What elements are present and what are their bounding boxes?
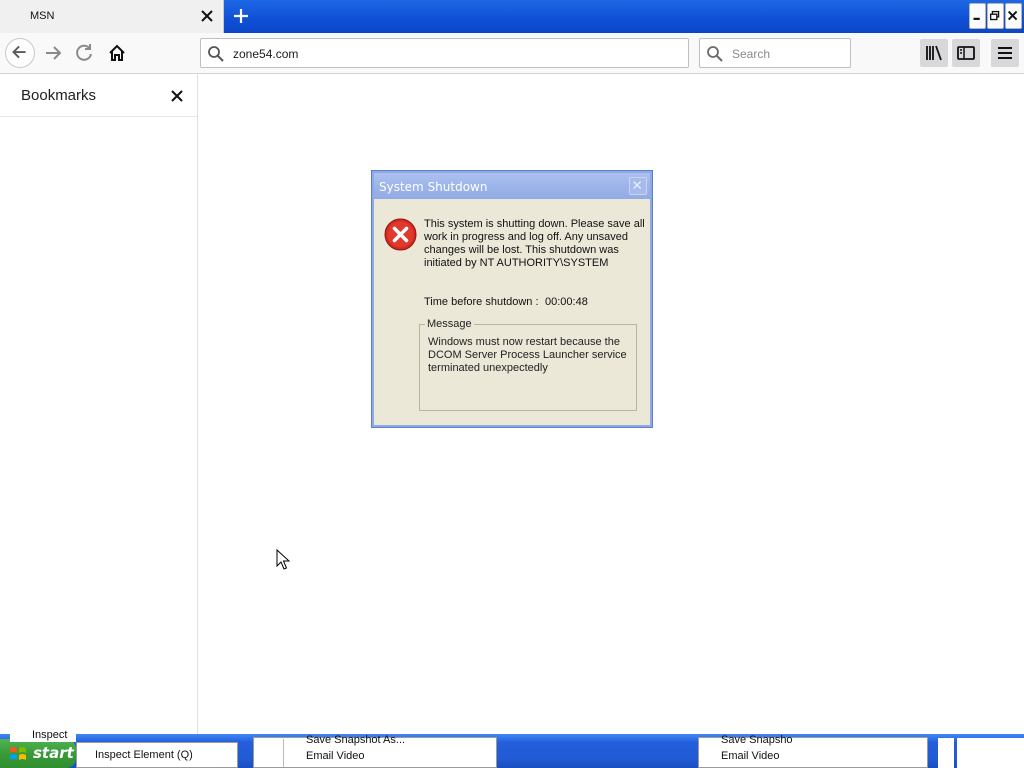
menu-item-email-video[interactable]: Email Video — [721, 750, 780, 762]
shutdown-message: This system is shutting down. Please sav… — [424, 218, 645, 269]
mouse-cursor-icon — [276, 549, 290, 570]
window-minimize-button[interactable] — [969, 3, 986, 29]
url-text: zone54.com — [233, 47, 299, 61]
menu-fragment-tray-right — [957, 738, 1024, 768]
message-group-text: Windows must now restart because the DCO… — [428, 336, 627, 374]
restore-icon — [989, 10, 1000, 21]
forward-button[interactable] — [38, 38, 68, 68]
menu-fragment-tray — [938, 738, 954, 768]
back-arrow-icon — [12, 45, 26, 59]
tab-msn[interactable]: MSN — [0, 0, 224, 33]
close-icon — [1007, 10, 1018, 21]
search-input[interactable]: Search — [699, 38, 851, 68]
minimize-icon — [973, 17, 980, 20]
app-menu-button[interactable] — [991, 39, 1019, 67]
message-groupbox: Message Windows must now restart because… — [419, 318, 637, 411]
inspect-fragment-text: Inspect — [32, 729, 68, 741]
close-tab-icon[interactable] — [199, 8, 215, 24]
menu-fragment-left — [262, 739, 284, 767]
hamburger-menu-icon — [998, 47, 1012, 59]
sidebar-title: Bookmarks — [21, 87, 97, 104]
windows-logo-icon — [10, 747, 26, 760]
dialog-titlebar[interactable]: System Shutdown — [374, 173, 650, 199]
search-icon — [208, 46, 224, 62]
dialog-title: System Shutdown — [379, 180, 488, 194]
search-placeholder: Search — [732, 47, 771, 61]
tab-strip: MSN — [0, 0, 1024, 33]
sidebar-header: Bookmarks — [0, 74, 197, 117]
window-close-button[interactable] — [1005, 3, 1022, 29]
menu-item-inspect-element[interactable]: Inspect Element (Q) — [95, 749, 193, 761]
context-menu-snapshot-a: Save Snapshot As... Email Video — [253, 734, 497, 768]
menu-item-email-video[interactable]: Email Video — [306, 750, 365, 762]
menu-item-save-snapshot[interactable]: Save Snapshot As... — [306, 734, 405, 746]
context-menu-inspect: Inspect Element (Q) — [76, 742, 238, 768]
countdown-value: 00:00:48 — [545, 296, 588, 308]
reload-icon — [76, 44, 92, 61]
bookmarks-sidebar: Bookmarks — [0, 74, 198, 734]
url-bar[interactable]: zone54.com — [200, 38, 689, 68]
sidebar-icon — [957, 46, 975, 60]
error-icon — [384, 218, 417, 251]
message-group-label: Message — [425, 318, 474, 330]
close-icon — [633, 181, 642, 190]
library-icon — [926, 45, 942, 61]
dialog-close-button[interactable] — [629, 177, 647, 195]
library-button[interactable] — [920, 39, 948, 67]
close-icon[interactable] — [168, 87, 186, 105]
tab-title: MSN — [30, 10, 55, 22]
context-menu-snapshot-b: Save Snapsho Email Video — [698, 734, 928, 768]
home-button[interactable] — [102, 38, 132, 68]
forward-arrow-icon — [46, 46, 62, 60]
new-tab-plus-icon[interactable] — [229, 5, 253, 27]
nav-toolbar: zone54.com Search — [0, 33, 1024, 74]
menu-item-save-snapshot[interactable]: Save Snapsho — [721, 734, 793, 746]
system-shutdown-dialog: System Shutdown This system is shutting … — [371, 170, 653, 428]
window-restore-button[interactable] — [987, 3, 1004, 29]
time-before-shutdown-label: Time before shutdown : — [424, 296, 539, 308]
home-icon — [109, 44, 125, 61]
start-button[interactable]: start — [0, 739, 76, 768]
back-button[interactable] — [5, 38, 35, 68]
menu-fragment-inspect: Inspect — [10, 729, 76, 742]
search-icon — [707, 46, 723, 62]
sidebar-toggle-button[interactable] — [952, 39, 980, 67]
reload-button[interactable] — [70, 38, 100, 68]
start-label: start — [33, 744, 74, 762]
